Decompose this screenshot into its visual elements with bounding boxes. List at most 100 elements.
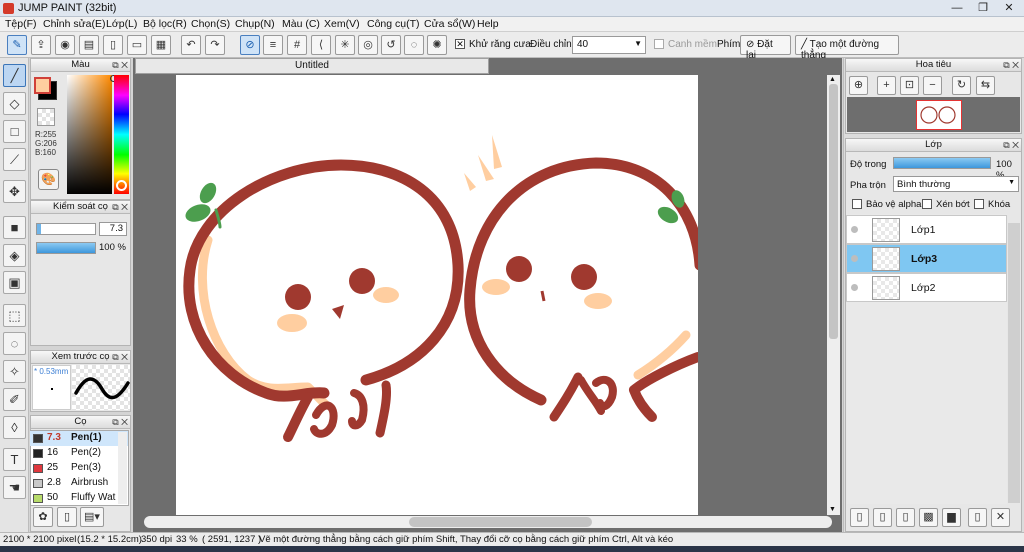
transparent-color-swatch[interactable] [37,108,55,126]
document-tab[interactable]: Untitled [135,58,489,74]
layer-list-scrollbar[interactable] [1008,223,1020,503]
comment-icon[interactable]: ▤ [79,35,99,55]
navigator-viewport[interactable] [916,100,962,130]
delete-layer-icon[interactable]: ✕ [991,508,1010,527]
pen-mode-icon[interactable]: ✎ [7,35,27,55]
eraser-tool-icon[interactable]: ◇ [3,92,26,115]
maximize-button[interactable]: ❐ [970,0,996,17]
brush-item[interactable]: 25 Pen(3) [30,461,128,476]
new-brush-icon[interactable]: ▯ [57,507,77,527]
menu-filter[interactable]: Bộ lọc(R) [143,18,187,30]
scroll-up-arrow-icon[interactable]: ▲ [829,76,836,83]
brush-menu-icon[interactable]: ▤▾ [80,507,104,527]
zoom-out-icon[interactable]: − [923,76,942,95]
concentric-ruler-icon[interactable]: ◎ [358,35,378,55]
zoom-in-icon[interactable]: + [877,76,896,95]
drawing-canvas[interactable] [176,75,706,515]
page-icon[interactable]: ▯ [103,35,123,55]
document-icon[interactable]: ▭ [127,35,147,55]
brush-settings-icon[interactable]: ✿ [33,507,53,527]
close-button[interactable]: ✕ [996,0,1022,17]
crosshatch-ruler-icon[interactable]: # [287,35,307,55]
menu-help[interactable]: Help [477,18,499,30]
palette-icon[interactable]: 🎨 [38,169,59,190]
rotate-icon[interactable]: ↻ [952,76,971,95]
brush-size-slider[interactable] [36,223,96,235]
minimize-button[interactable]: — [944,0,970,17]
layer-row[interactable]: Lớp1 [846,215,1007,244]
merge-layer-icon[interactable]: ▩ [919,508,938,527]
panel-close-icon[interactable]: ⧉ ✕ [112,351,128,363]
canvas-vertical-thumb[interactable] [829,84,838,339]
vanishing-ruler-icon[interactable]: ⟨ [311,35,331,55]
grid-icon[interactable]: ▦ [151,35,171,55]
zoom-fit-icon[interactable]: ⊕ [849,76,868,95]
menu-edit[interactable]: Chỉnh sửa(E) [43,18,105,30]
smooth-checkbox[interactable]: Canh mềm [654,39,717,50]
move-tool-icon[interactable]: ✥ [3,180,26,203]
gradient-tool-icon[interactable]: ▣ [3,271,26,294]
straight-line-button[interactable]: ╱ Tạo một đường thẳng [795,35,899,61]
pen-tool-icon[interactable]: ╱ [3,64,26,87]
layer-opacity-slider[interactable] [893,157,991,169]
brush-size-value[interactable]: 7.3 [99,222,127,236]
shape-tool-icon[interactable]: □ [3,120,26,143]
menu-tools[interactable]: Công cụ(T) [367,18,420,30]
undo-icon[interactable]: ↶ [181,35,201,55]
foreground-color-swatch[interactable] [34,77,51,94]
menu-file[interactable]: Tệp(F) [5,18,37,30]
radial-ruler-icon[interactable]: ✳ [335,35,355,55]
panel-close-icon[interactable]: ⧉ ✕ [1003,59,1019,71]
reset-button[interactable]: ⊘ Đặt lại [740,35,791,61]
lock-checkbox[interactable]: Khóa [974,199,1010,210]
menu-select[interactable]: Chọn(S) [191,18,230,30]
menu-color[interactable]: Màu (C) [282,18,320,30]
brush-item[interactable]: 2.8 Airbrush [30,476,128,491]
raster-icon[interactable]: ▯ [968,508,987,527]
brush-opacity-slider[interactable] [36,242,96,254]
scroll-down-arrow-icon[interactable]: ▼ [829,506,836,513]
flip-icon[interactable]: ⇆ [976,76,995,95]
brush-item[interactable]: 50 Fluffy Wat [30,491,128,506]
rect-fill-tool-icon[interactable]: ■ [3,216,26,239]
menu-layer[interactable]: Lớp(L) [106,18,137,30]
ellipse-ruler-icon[interactable]: ◌ [404,35,424,55]
text-tool-icon[interactable]: T [3,448,26,471]
brush-item[interactable]: 16 Pen(2) [30,446,128,461]
brush-list-scrollbar[interactable] [118,432,127,504]
layer-row[interactable]: Lớp2 [846,273,1007,302]
brush-item[interactable]: 7.3 Pen(1) [30,431,128,446]
curve-ruler-icon[interactable]: ↺ [381,35,401,55]
line-tool-icon[interactable]: ⟋ [3,148,26,171]
eye-icon[interactable] [851,284,858,291]
no-ruler-icon[interactable]: ⊘ [240,35,260,55]
menu-capture[interactable]: Chụp(N) [235,18,275,30]
copy-layer-icon[interactable]: ▯ [896,508,915,527]
new-folder-icon[interactable]: ▯ [873,508,892,527]
symmetry-ruler-icon[interactable]: ✺ [427,35,447,55]
speech-icon[interactable]: ◉ [55,35,75,55]
clipping-checkbox[interactable]: Xén bớt [922,199,970,210]
adjust-value-select[interactable]: 40 ▼ [572,36,646,54]
panel-close-icon[interactable]: ⧉ ✕ [112,416,128,428]
rect-select-tool-icon[interactable]: ⬚ [3,304,26,327]
protect-alpha-checkbox[interactable]: Bảo vệ alpha [852,199,921,210]
layer-row[interactable]: Lớp3 [846,244,1007,273]
blend-mode-select[interactable]: Bình thường ▼ [893,176,1019,192]
panel-close-icon[interactable]: ⧉ ✕ [1003,139,1019,151]
eye-icon[interactable] [851,255,858,262]
actual-size-icon[interactable]: ⊡ [900,76,919,95]
eye-icon[interactable] [851,226,858,233]
navigator-preview[interactable] [847,97,1020,132]
redo-icon[interactable]: ↷ [205,35,225,55]
hue-slider[interactable] [114,75,129,194]
lasso-tool-icon[interactable]: ◌ [3,332,26,355]
antialias-checkbox[interactable]: ✕ Khử răng cưa [455,39,531,50]
bucket-tool-icon[interactable]: ◈ [3,244,26,267]
export-icon[interactable]: ⇪ [31,35,51,55]
menu-window[interactable]: Cửa sổ(W) [424,18,475,30]
saturation-value-picker[interactable] [67,75,117,194]
new-layer-icon[interactable]: ▯ [850,508,869,527]
folder-icon[interactable]: ▆ [942,508,961,527]
panel-close-icon[interactable]: ⧉ ✕ [112,201,128,213]
